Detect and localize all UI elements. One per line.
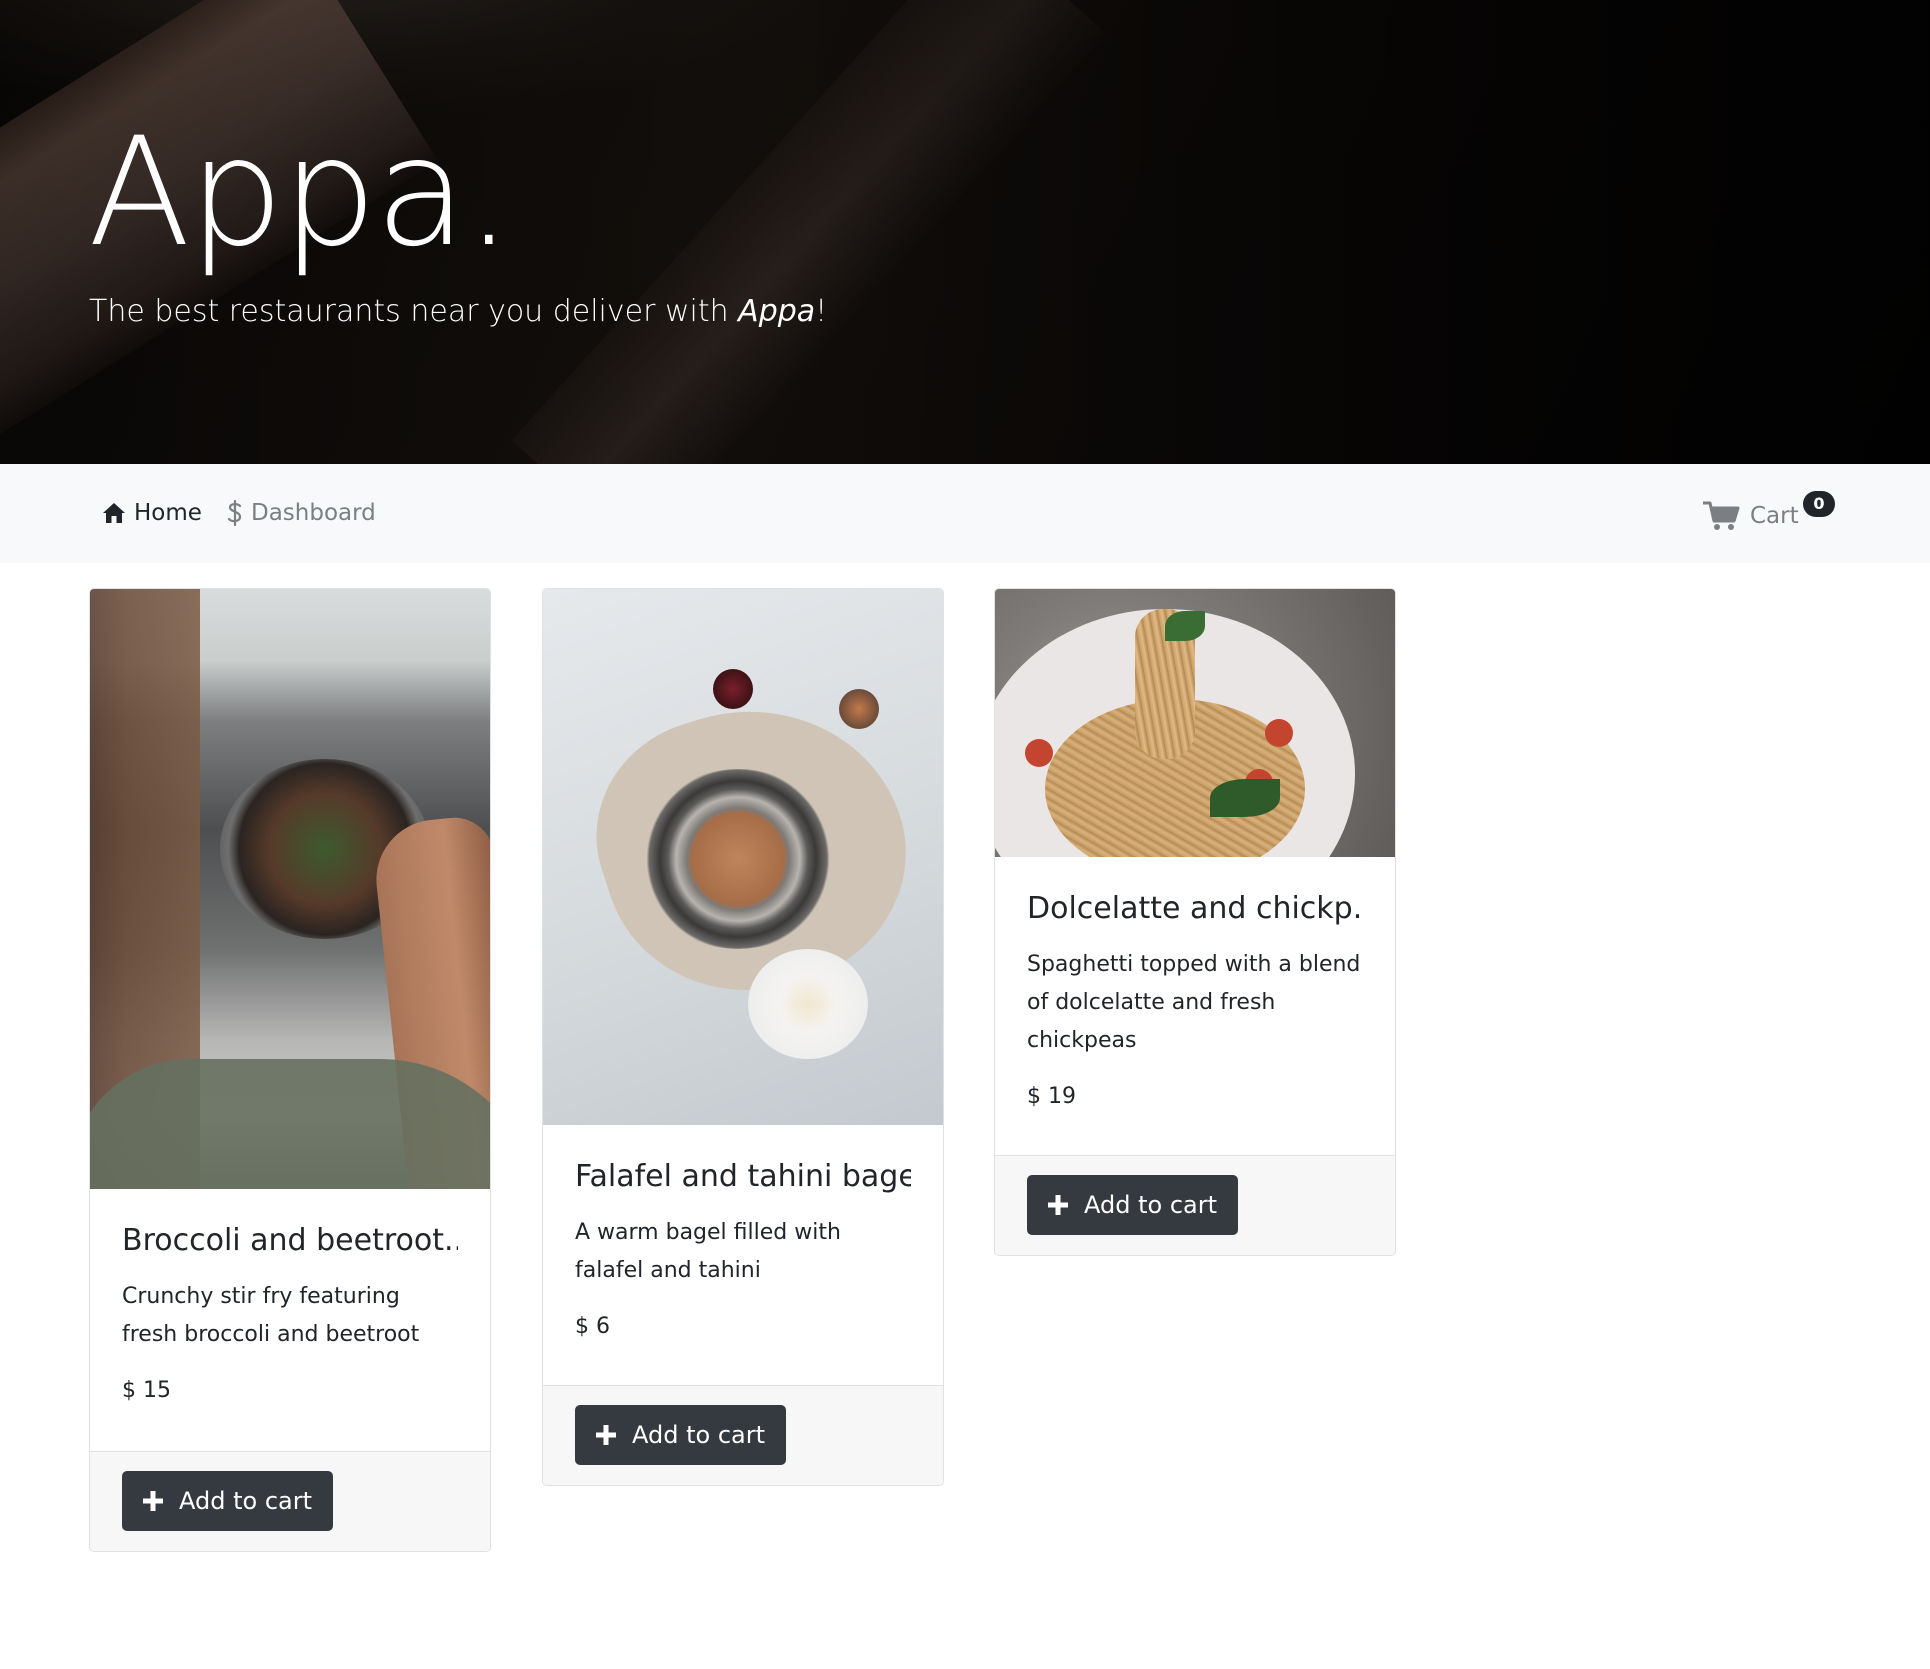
nav-dashboard-label: Dashboard bbox=[251, 500, 376, 526]
add-to-cart-label: Add to cart bbox=[632, 1421, 765, 1449]
product-image-spaghetti bbox=[995, 589, 1395, 857]
cart-icon bbox=[1702, 500, 1742, 532]
product-title: Dolcelatte and chickp... bbox=[1027, 891, 1363, 926]
add-to-cart-button[interactable]: Add to cart bbox=[122, 1471, 333, 1531]
product-title: Broccoli and beetroot... bbox=[122, 1223, 458, 1258]
card-footer: Add to cart bbox=[995, 1155, 1395, 1255]
add-to-cart-label: Add to cart bbox=[1084, 1191, 1217, 1219]
nav-cart-link[interactable]: Cart bbox=[1702, 500, 1799, 532]
plus-icon bbox=[143, 1491, 163, 1511]
nav-home-label: Home bbox=[134, 500, 202, 526]
navbar: Home Dashboard Cart bbox=[0, 464, 1930, 563]
product-card: Dolcelatte and chickp... Spaghetti toppe… bbox=[994, 588, 1396, 1256]
product-card: Falafel and tahini bagel A warm bagel fi… bbox=[542, 588, 944, 1486]
product-description: Crunchy stir fry featuring fresh broccol… bbox=[122, 1284, 420, 1347]
add-to-cart-button[interactable]: Add to cart bbox=[1027, 1175, 1238, 1235]
hero-subtitle: The best restaurants near you deliver wi… bbox=[89, 294, 828, 329]
nav-home-link[interactable]: Home bbox=[102, 500, 202, 526]
card-footer: Add to cart bbox=[543, 1385, 943, 1485]
card-footer: Add to cart bbox=[90, 1451, 490, 1551]
nav-cart-label: Cart bbox=[1750, 503, 1799, 529]
product-price: $ 19 bbox=[1027, 1084, 1076, 1109]
card-body: Dolcelatte and chickp... Spaghetti toppe… bbox=[995, 891, 1395, 1109]
product-description: A warm bagel filled with falafel and tah… bbox=[575, 1220, 841, 1283]
cart-count-badge: 0 bbox=[1803, 491, 1835, 517]
plus-icon bbox=[1048, 1195, 1068, 1215]
product-card: Broccoli and beetroot... Crunchy stir fr… bbox=[89, 588, 491, 1552]
product-image-bagel bbox=[543, 589, 943, 1125]
card-body: Broccoli and beetroot... Crunchy stir fr… bbox=[90, 1223, 490, 1403]
product-price: $ 6 bbox=[575, 1314, 610, 1339]
dollar-icon bbox=[227, 500, 243, 526]
product-price: $ 15 bbox=[122, 1378, 171, 1403]
hero-banner: Appa. The best restaurants near you deli… bbox=[0, 0, 1930, 464]
product-title: Falafel and tahini bagel bbox=[575, 1159, 911, 1194]
add-to-cart-label: Add to cart bbox=[179, 1487, 312, 1515]
add-to-cart-button[interactable]: Add to cart bbox=[575, 1405, 786, 1465]
brand-title: Appa. bbox=[88, 106, 513, 280]
product-image-stir-fry bbox=[90, 589, 490, 1189]
home-icon bbox=[102, 502, 126, 524]
card-body: Falafel and tahini bagel A warm bagel fi… bbox=[543, 1159, 943, 1339]
plus-icon bbox=[596, 1425, 616, 1445]
brand-name: Appa bbox=[738, 294, 816, 329]
nav-dashboard-link[interactable]: Dashboard bbox=[227, 500, 376, 526]
product-description: Spaghetti topped with a blend of dolcela… bbox=[1027, 952, 1361, 1053]
